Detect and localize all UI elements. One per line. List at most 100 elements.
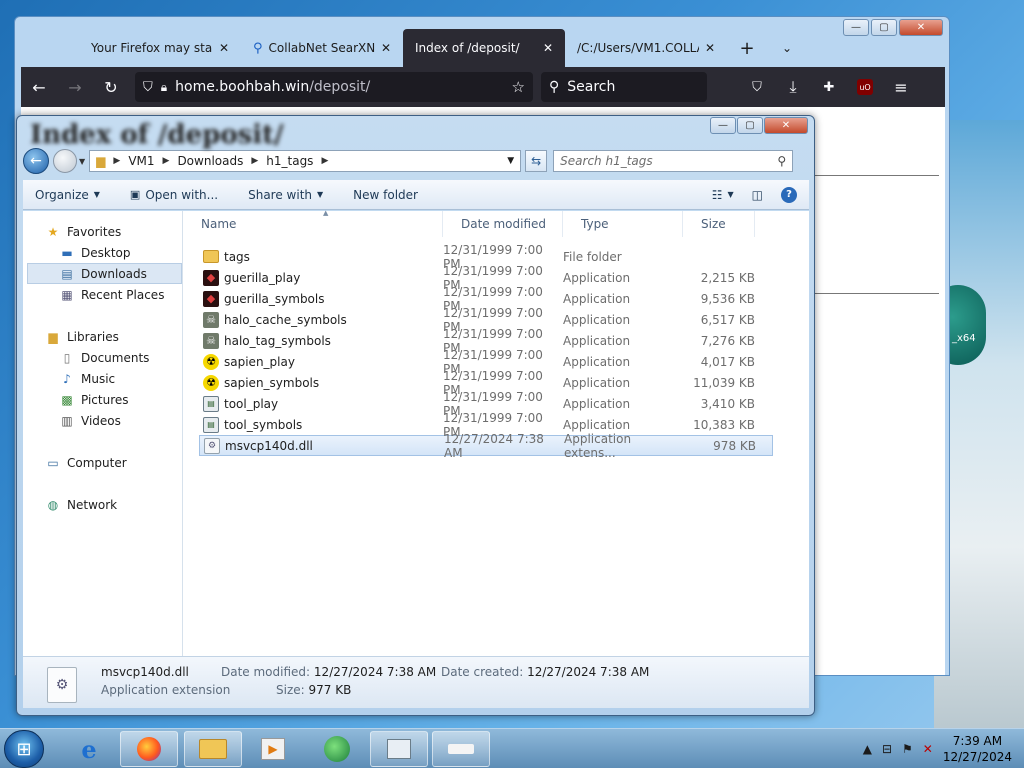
- downloads-button[interactable]: ⤓: [775, 71, 811, 103]
- list-all-tabs-button[interactable]: ⌄: [767, 29, 807, 67]
- bookmark-star-icon[interactable]: ☆: [512, 78, 525, 96]
- new-folder-button[interactable]: New folder: [353, 188, 418, 202]
- command-bar: Organize ▼ ▣ Open with... Share with ▼ New …: [23, 180, 809, 210]
- clock[interactable]: 7:39 AM 12/27/2024: [943, 733, 1012, 765]
- back-button[interactable]: ←: [21, 71, 57, 103]
- ublock-button[interactable]: uO: [847, 71, 883, 103]
- speaker-muted-icon[interactable]: ✕: [923, 742, 933, 756]
- new-tab-button[interactable]: +: [727, 29, 767, 67]
- file-name-cell[interactable]: ☠ halo_tag_symbols: [199, 332, 443, 349]
- forward-button[interactable]: →: [57, 71, 93, 103]
- pocket-button[interactable]: ⛉: [739, 71, 775, 103]
- tab-searxng[interactable]: ⚲ CollabNet SearXNG ✕: [241, 29, 403, 67]
- nav-libraries[interactable]: ▆ Libraries: [23, 326, 182, 347]
- extensions-button[interactable]: ✚: [811, 71, 847, 103]
- search-bar[interactable]: ⚲ Search: [541, 72, 707, 102]
- close-tab-icon[interactable]: ✕: [219, 41, 229, 55]
- breadcrumb-vm1[interactable]: VM1: [128, 154, 154, 168]
- open-with-button[interactable]: ▣ Open with...: [130, 188, 218, 202]
- file-size: 10,383 KB: [693, 417, 755, 432]
- organize-button[interactable]: Organize ▼: [35, 188, 100, 202]
- taskbar-explorer[interactable]: [184, 731, 242, 767]
- minimize-button[interactable]: —: [710, 117, 736, 134]
- file-name-cell[interactable]: ☢ sapien_symbols: [199, 374, 443, 391]
- file-name-cell[interactable]: ☢ sapien_play: [199, 353, 443, 370]
- menu-button[interactable]: ≡: [883, 71, 919, 103]
- tab-local-file[interactable]: /C:/Users/VM1.COLLAB ✕: [565, 29, 727, 67]
- preview-pane-button[interactable]: ◫: [752, 188, 763, 202]
- chevron-down-icon[interactable]: ▼: [79, 157, 85, 166]
- share-with-button[interactable]: Share with ▼: [248, 188, 323, 202]
- refresh-button[interactable]: ⇆: [525, 150, 548, 172]
- chevron-right-icon[interactable]: ▶: [251, 156, 258, 166]
- chevron-down-icon: ▼: [317, 190, 324, 199]
- preview-pane-icon: ◫: [751, 187, 763, 202]
- file-row[interactable]: ⚙ msvcp140d.dll 12/27/2024 7:38 AM Applicat…: [199, 432, 773, 460]
- nav-videos[interactable]: ▥ Videos: [23, 410, 182, 431]
- file-name-cell[interactable]: tags: [199, 250, 443, 264]
- column-header-date[interactable]: Date modified: [443, 211, 563, 237]
- chevron-right-icon[interactable]: ▶: [163, 156, 170, 166]
- help-icon[interactable]: ?: [781, 186, 797, 203]
- nav-documents[interactable]: ▯ Documents: [23, 347, 182, 368]
- column-header-size[interactable]: Size: [683, 211, 755, 237]
- minimize-button[interactable]: —: [843, 19, 869, 36]
- url-text[interactable]: home.boohbah.win/deposit/: [175, 79, 503, 95]
- nav-pictures[interactable]: ▩ Pictures: [23, 389, 182, 410]
- details-file-type: Application extension: [101, 683, 231, 697]
- nav-computer[interactable]: ▭ Computer: [23, 452, 182, 473]
- taskbar-media-player[interactable]: ▶: [244, 731, 302, 767]
- close-tab-icon[interactable]: ✕: [543, 41, 553, 55]
- flag-icon[interactable]: ⚑: [902, 742, 913, 756]
- back-button[interactable]: ←: [23, 148, 49, 174]
- nav-label: Videos: [81, 413, 121, 428]
- file-name-cell[interactable]: ▤ tool_play: [199, 395, 443, 412]
- chevron-right-icon[interactable]: ▶: [321, 156, 328, 166]
- nav-network[interactable]: ◍ Network: [23, 494, 182, 515]
- nav-downloads[interactable]: ▤ Downloads: [27, 263, 182, 284]
- file-name-cell[interactable]: ⚙ msvcp140d.dll: [200, 437, 444, 454]
- tab-index-deposit[interactable]: Index of /deposit/ ✕: [403, 29, 565, 67]
- tab-firefox-notice[interactable]: Your Firefox may sta ✕: [79, 29, 241, 67]
- forward-button[interactable]: [53, 149, 77, 173]
- nav-favorites[interactable]: ★ Favorites: [23, 221, 182, 242]
- url-bar[interactable]: ⛉ 🔒︎ home.boohbah.win/deposit/ ☆: [135, 72, 533, 102]
- nav-recent-places[interactable]: ▦ Recent Places: [23, 284, 182, 305]
- close-button[interactable]: ✕: [764, 117, 808, 134]
- file-name-cell[interactable]: ◆ guerilla_symbols: [199, 290, 443, 307]
- explorer-navigation-bar: ← ▼ ▆ ▶ VM1 ▶ Downloads ▶ h1_tags ▶ ▼ ⇆ …: [23, 146, 809, 176]
- reload-button[interactable]: ↻: [93, 71, 129, 103]
- toolbar-right-group: ⛉ ⤓ ✚ uO ≡: [739, 71, 919, 103]
- ublock-icon: uO: [857, 79, 873, 95]
- close-tab-icon[interactable]: ✕: [381, 41, 391, 55]
- nav-music[interactable]: ♪ Music: [23, 368, 182, 389]
- address-bar[interactable]: ▆ ▶ VM1 ▶ Downloads ▶ h1_tags ▶ ▼: [89, 150, 522, 172]
- chevron-up-icon[interactable]: ▲: [863, 742, 872, 756]
- column-header-name[interactable]: ▲ Name: [183, 209, 443, 237]
- taskbar-internet-explorer[interactable]: e: [60, 731, 118, 767]
- change-view-button[interactable]: ☷ ▼: [712, 188, 734, 202]
- file-name-cell[interactable]: ☠ halo_cache_symbols: [199, 311, 443, 328]
- column-header-type[interactable]: Type: [563, 211, 683, 237]
- file-type: Application: [563, 270, 631, 285]
- chevron-down-icon[interactable]: ▼: [507, 156, 514, 166]
- taskbar-firefox[interactable]: [120, 731, 178, 767]
- breadcrumb-h1-tags[interactable]: h1_tags: [266, 154, 313, 168]
- file-name-cell[interactable]: ◆ guerilla_play: [199, 269, 443, 286]
- taskbar-control-panel[interactable]: [370, 731, 428, 767]
- column-label: Size: [701, 217, 726, 231]
- maximize-button[interactable]: ▢: [871, 19, 897, 36]
- nav-desktop[interactable]: ▬ Desktop: [23, 242, 182, 263]
- taskbar-app-window[interactable]: [432, 731, 490, 767]
- taskbar-media-center[interactable]: [308, 731, 366, 767]
- breadcrumb-downloads[interactable]: Downloads: [177, 154, 243, 168]
- close-tab-icon[interactable]: ✕: [705, 41, 715, 55]
- close-button[interactable]: ✕: [899, 19, 943, 36]
- search-input[interactable]: Search h1_tags ⚲: [553, 150, 794, 172]
- network-icon[interactable]: ⊟: [882, 742, 892, 756]
- maximize-button[interactable]: ▢: [737, 117, 763, 134]
- file-name-cell[interactable]: ▤ tool_symbols: [199, 416, 443, 433]
- start-button[interactable]: ⊞: [4, 730, 44, 768]
- chevron-right-icon[interactable]: ▶: [113, 156, 120, 166]
